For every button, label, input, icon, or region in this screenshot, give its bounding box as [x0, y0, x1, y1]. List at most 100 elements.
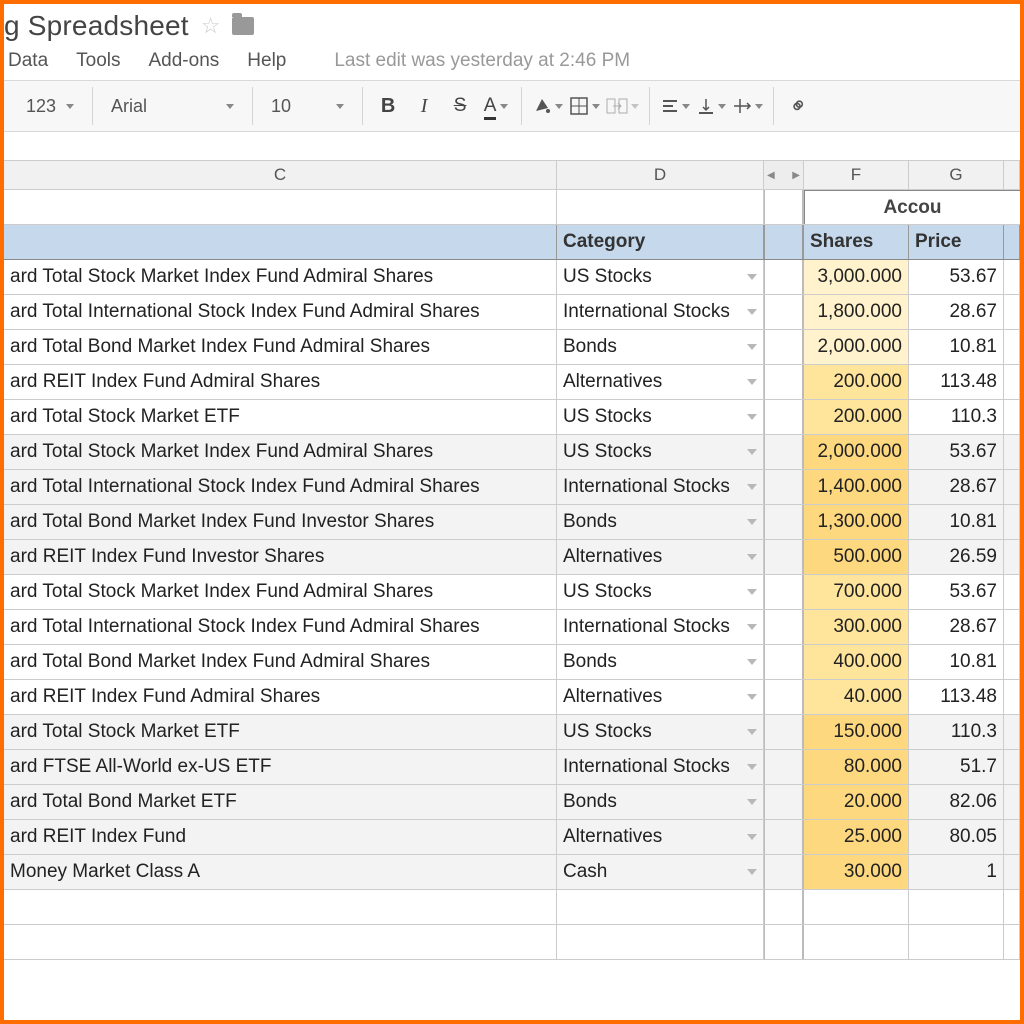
menu-data[interactable]: Data — [8, 50, 48, 72]
cell-category[interactable]: International Stocks — [557, 610, 764, 644]
cell-next[interactable] — [1004, 715, 1020, 749]
cell-description[interactable]: ard Total International Stock Index Fund… — [4, 470, 557, 504]
cell-price[interactable]: 1 — [909, 855, 1004, 889]
cell-next[interactable] — [1004, 575, 1020, 609]
cell-description[interactable]: ard Total Bond Market Index Fund Admiral… — [4, 330, 557, 364]
cell-shares[interactable]: 80.000 — [804, 750, 909, 784]
cell-price[interactable]: 113.48 — [909, 680, 1004, 714]
column-header-g[interactable]: G — [909, 161, 1004, 189]
cell-next[interactable] — [1004, 505, 1020, 539]
cell-empty[interactable] — [557, 925, 764, 959]
cell-shares[interactable]: 3,000.000 — [804, 260, 909, 294]
cell-next[interactable] — [1004, 295, 1020, 329]
bold-button[interactable]: B — [373, 90, 403, 122]
cell-description[interactable]: ard Total Stock Market Index Fund Admira… — [4, 260, 557, 294]
italic-button[interactable]: I — [409, 90, 439, 122]
menu-addons[interactable]: Add-ons — [149, 50, 220, 72]
cell-empty[interactable] — [557, 190, 764, 224]
strikethrough-button[interactable]: S — [445, 90, 475, 122]
cell-shares[interactable]: 400.000 — [804, 645, 909, 679]
cell-price[interactable]: 28.67 — [909, 610, 1004, 644]
cell-category[interactable]: Bonds — [557, 505, 764, 539]
column-header-f[interactable]: F — [804, 161, 909, 189]
spreadsheet-grid[interactable]: Accou Category Shares Price ard Total St… — [4, 190, 1020, 960]
cell-category[interactable]: US Stocks — [557, 435, 764, 469]
merge-cells-button[interactable] — [606, 90, 639, 122]
cell-shares[interactable]: 2,000.000 — [804, 330, 909, 364]
column-header-next[interactable] — [1004, 161, 1020, 189]
horizontal-align-button[interactable] — [660, 90, 690, 122]
account-header-merged[interactable]: Accou — [804, 190, 1020, 224]
cell-description[interactable]: ard Total International Stock Index Fund… — [4, 610, 557, 644]
cell-description[interactable]: ard Total Stock Market ETF — [4, 715, 557, 749]
cell-shares[interactable]: 1,400.000 — [804, 470, 909, 504]
cell-description[interactable]: ard REIT Index Fund Investor Shares — [4, 540, 557, 574]
cell-price[interactable]: 110.3 — [909, 400, 1004, 434]
cell-next[interactable] — [1004, 645, 1020, 679]
menu-help[interactable]: Help — [247, 50, 286, 72]
fill-color-button[interactable] — [532, 90, 563, 122]
cell-price[interactable]: 26.59 — [909, 540, 1004, 574]
number-format-select[interactable]: 123 — [18, 90, 82, 122]
header-empty[interactable] — [4, 225, 557, 259]
cell-shares[interactable]: 20.000 — [804, 785, 909, 819]
cell-description[interactable]: ard REIT Index Fund — [4, 820, 557, 854]
cell-shares[interactable]: 150.000 — [804, 715, 909, 749]
cell-empty[interactable] — [4, 890, 557, 924]
folder-icon[interactable] — [232, 17, 254, 35]
cell-price[interactable]: 51.7 — [909, 750, 1004, 784]
cell-next[interactable] — [1004, 365, 1020, 399]
cell-category[interactable]: Alternatives — [557, 540, 764, 574]
cell-shares[interactable]: 2,000.000 — [804, 435, 909, 469]
cell-price[interactable]: 53.67 — [909, 575, 1004, 609]
cell-price[interactable]: 10.81 — [909, 505, 1004, 539]
cell-price[interactable]: 80.05 — [909, 820, 1004, 854]
cell-category[interactable]: Bonds — [557, 785, 764, 819]
vertical-align-button[interactable] — [696, 90, 726, 122]
cell-shares[interactable]: 1,800.000 — [804, 295, 909, 329]
cell-price[interactable]: 110.3 — [909, 715, 1004, 749]
cell-next[interactable] — [1004, 680, 1020, 714]
cell-category[interactable]: International Stocks — [557, 295, 764, 329]
cell-category[interactable]: International Stocks — [557, 750, 764, 784]
cell-description[interactable]: ard REIT Index Fund Admiral Shares — [4, 680, 557, 714]
cell-empty[interactable] — [4, 925, 557, 959]
cell-empty[interactable] — [909, 925, 1004, 959]
cell-description[interactable]: ard Total Bond Market Index Fund Investo… — [4, 505, 557, 539]
cell-category[interactable]: US Stocks — [557, 400, 764, 434]
font-size-select[interactable]: 10 — [263, 90, 352, 122]
cell-category[interactable]: Bonds — [557, 645, 764, 679]
cell-description[interactable]: ard Total Bond Market Index Fund Admiral… — [4, 645, 557, 679]
column-header-d[interactable]: D — [557, 161, 764, 189]
cell-next[interactable] — [1004, 470, 1020, 504]
cell-empty[interactable] — [557, 890, 764, 924]
cell-category[interactable]: International Stocks — [557, 470, 764, 504]
cell-category[interactable]: Cash — [557, 855, 764, 889]
cell-next[interactable] — [1004, 260, 1020, 294]
cell-empty[interactable] — [909, 890, 1004, 924]
cell-price[interactable]: 10.81 — [909, 645, 1004, 679]
cell-price[interactable]: 28.67 — [909, 295, 1004, 329]
cell-shares[interactable]: 25.000 — [804, 820, 909, 854]
hidden-column-indicator[interactable]: ◀▶ — [764, 161, 804, 189]
header-category[interactable]: Category — [557, 225, 764, 259]
cell-category[interactable]: Bonds — [557, 330, 764, 364]
font-family-select[interactable]: Arial — [103, 90, 242, 122]
cell-shares[interactable]: 1,300.000 — [804, 505, 909, 539]
cell-category[interactable]: US Stocks — [557, 715, 764, 749]
text-wrap-button[interactable] — [732, 90, 763, 122]
cell-shares[interactable]: 30.000 — [804, 855, 909, 889]
cell-description[interactable]: ard Total Stock Market Index Fund Admira… — [4, 435, 557, 469]
cell-price[interactable]: 82.06 — [909, 785, 1004, 819]
insert-link-button[interactable]: ⚭ — [777, 84, 821, 128]
cell-shares[interactable]: 200.000 — [804, 365, 909, 399]
cell-next[interactable] — [1004, 820, 1020, 854]
cell-shares[interactable]: 200.000 — [804, 400, 909, 434]
cell-description[interactable]: Money Market Class A — [4, 855, 557, 889]
cell-shares[interactable]: 700.000 — [804, 575, 909, 609]
cell-shares[interactable]: 300.000 — [804, 610, 909, 644]
cell-shares[interactable]: 500.000 — [804, 540, 909, 574]
text-color-button[interactable]: A — [481, 90, 511, 122]
cell-description[interactable]: ard FTSE All-World ex-US ETF — [4, 750, 557, 784]
cell-category[interactable]: Alternatives — [557, 680, 764, 714]
